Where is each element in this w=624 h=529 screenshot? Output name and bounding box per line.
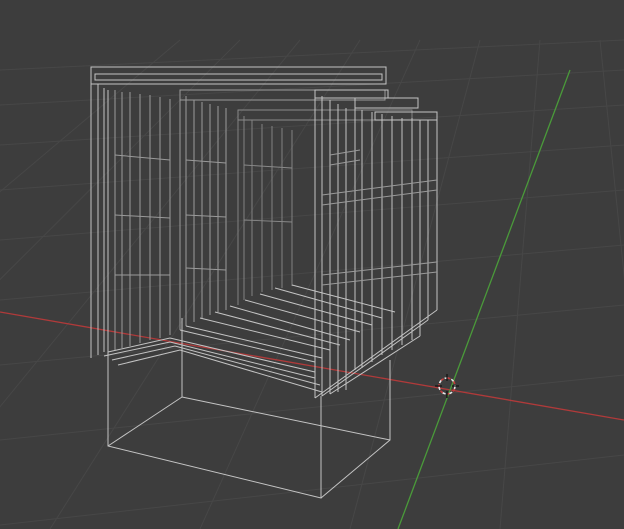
floor-grid [0,39,624,529]
x-axis-line [0,311,624,421]
y-axis-line [397,69,571,529]
3d-viewport[interactable] [0,0,624,529]
bounding-box[interactable] [107,318,391,499]
